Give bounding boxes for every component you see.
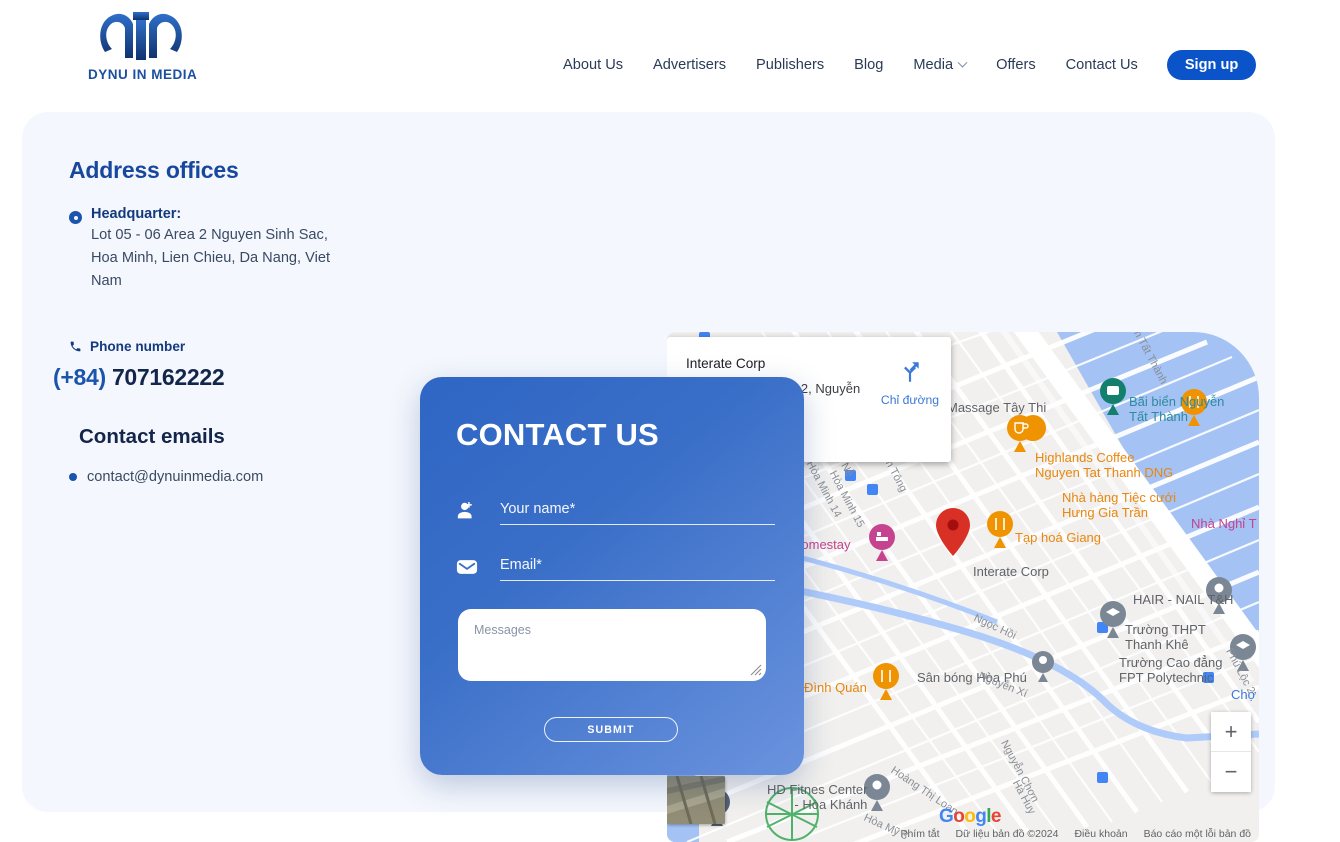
map-footer: Phím tắt Dữ liệu bản đồ ©2024 Điều khoản… [900,828,1251,840]
brand-logo[interactable]: DYNU IN MEDIA [88,6,198,82]
phone-country-code: (+84) [53,364,106,390]
map-label-hd-fitness: HD Fitnes Center - Hòa Khánh [767,782,868,812]
email-list-item: contact@dynuinmedia.com [69,469,399,485]
contact-email-link[interactable]: contact@dynuinmedia.com [87,469,263,485]
map-footer-terms[interactable]: Điều khoản [1074,828,1127,840]
submit-button[interactable]: SUBMIT [544,717,678,742]
dynu-logo-icon [99,12,182,60]
nav-item-about-us[interactable]: About Us [563,51,638,79]
name-field-row [456,499,775,525]
nav-item-publishers[interactable]: Publishers [741,51,839,79]
headquarter-address: Lot 05 - 06 Area 2 Nguyen Sinh Sac, Hoa … [91,227,331,289]
map-label-hair-nail: HAIR - NAIL T&H [1133,592,1234,607]
nav-item-advertisers[interactable]: Advertisers [638,51,741,79]
nav-media-label: Media [913,57,954,73]
directions-label: Chỉ đường [880,393,940,407]
nav-item-media[interactable]: Media [898,51,981,79]
google-logo: Google [939,806,1001,827]
contact-emails-heading: Contact emails [79,425,225,448]
site-header: DYNU IN MEDIA About Us Advertisers Publi… [0,0,1340,100]
contact-form-card: CONTACT US SUBMIT [420,377,804,775]
phone-digits: 707162222 [111,364,225,390]
nav-item-blog[interactable]: Blog [839,51,898,79]
phone-block: Phone number (+84) 707162222 [53,339,399,391]
sign-up-button[interactable]: Sign up [1166,50,1257,80]
map-label-truong-thpt: Trường THPT Thanh Khê [1125,622,1206,652]
street-view-image [667,776,725,824]
map-footer-map-data: Dữ liệu bản đồ ©2024 [955,828,1059,840]
map-label-bai-bien: Bãi biển Nguyễn Tất Thành [1129,394,1225,424]
your-name-input[interactable] [500,501,775,525]
nav-item-offers[interactable]: Offers [981,51,1050,79]
map-label-interate-corp: Interate Corp [973,564,1049,579]
chevron-down-icon [957,57,968,68]
contact-panel: Address offices Headquarter: Lot 05 - 06… [22,112,1275,842]
headquarter-label: Headquarter: [91,206,182,222]
info-window-title: Interate Corp [686,356,766,371]
address-info-column: Address offices Headquarter: Lot 05 - 06… [53,157,399,485]
map-label-massage-tay-thi: Massage Tây Thi [947,400,1047,415]
map-zoom-controls: + − [1211,712,1251,792]
map-label-nha-hang-tiec-cuoi: Nhà hàng Tiệc cưới Hưng Gia Trần [1062,490,1177,520]
brand-name: DYNU IN MEDIA [88,67,198,82]
directions-icon [904,362,919,382]
phone-number-label: Phone number [90,339,186,354]
map-footer-report-error[interactable]: Báo cáo một lỗi bản đồ [1144,828,1251,840]
zoom-out-button[interactable]: − [1211,752,1251,792]
messages-textarea[interactable] [458,609,766,681]
nav-item-contact-us[interactable]: Contact Us [1051,51,1153,79]
map-label-nha-nghi: Nhà Nghỉ T [1191,516,1257,531]
email-input[interactable] [500,557,775,581]
email-field-row [456,555,775,581]
map-label-tap-hoa-giang: Tạp hoá Giang [1015,530,1102,545]
bullet-icon [69,473,77,481]
street-view-thumbnail[interactable] [667,776,725,824]
zoom-in-button[interactable]: + [1211,712,1251,752]
map-label-fpt-polytechnic: Trường Cao đẳng FPT Polytechnic [1119,655,1223,685]
headquarter-block: Headquarter: Lot 05 - 06 Area 2 Nguyen S… [69,206,399,293]
person-add-icon [457,501,472,519]
map-footer-keyboard-shortcuts[interactable]: Phím tắt [900,828,939,840]
contact-form-title: CONTACT US [456,417,659,452]
location-pin-icon [69,211,82,224]
main-navigation: About Us Advertisers Publishers Blog Med… [563,50,1257,80]
map-label-highlands-coffee: Highlands Coffee Nguyen Tat Thanh DNG [1035,450,1174,480]
address-offices-heading: Address offices [69,157,239,183]
phone-number-value[interactable]: (+84) 707162222 [53,364,399,391]
email-icon [456,560,478,574]
map-label-dinh-quan: Đình Quán [804,680,867,695]
phone-icon [70,341,81,352]
directions-button[interactable]: Chỉ đường [879,359,941,407]
